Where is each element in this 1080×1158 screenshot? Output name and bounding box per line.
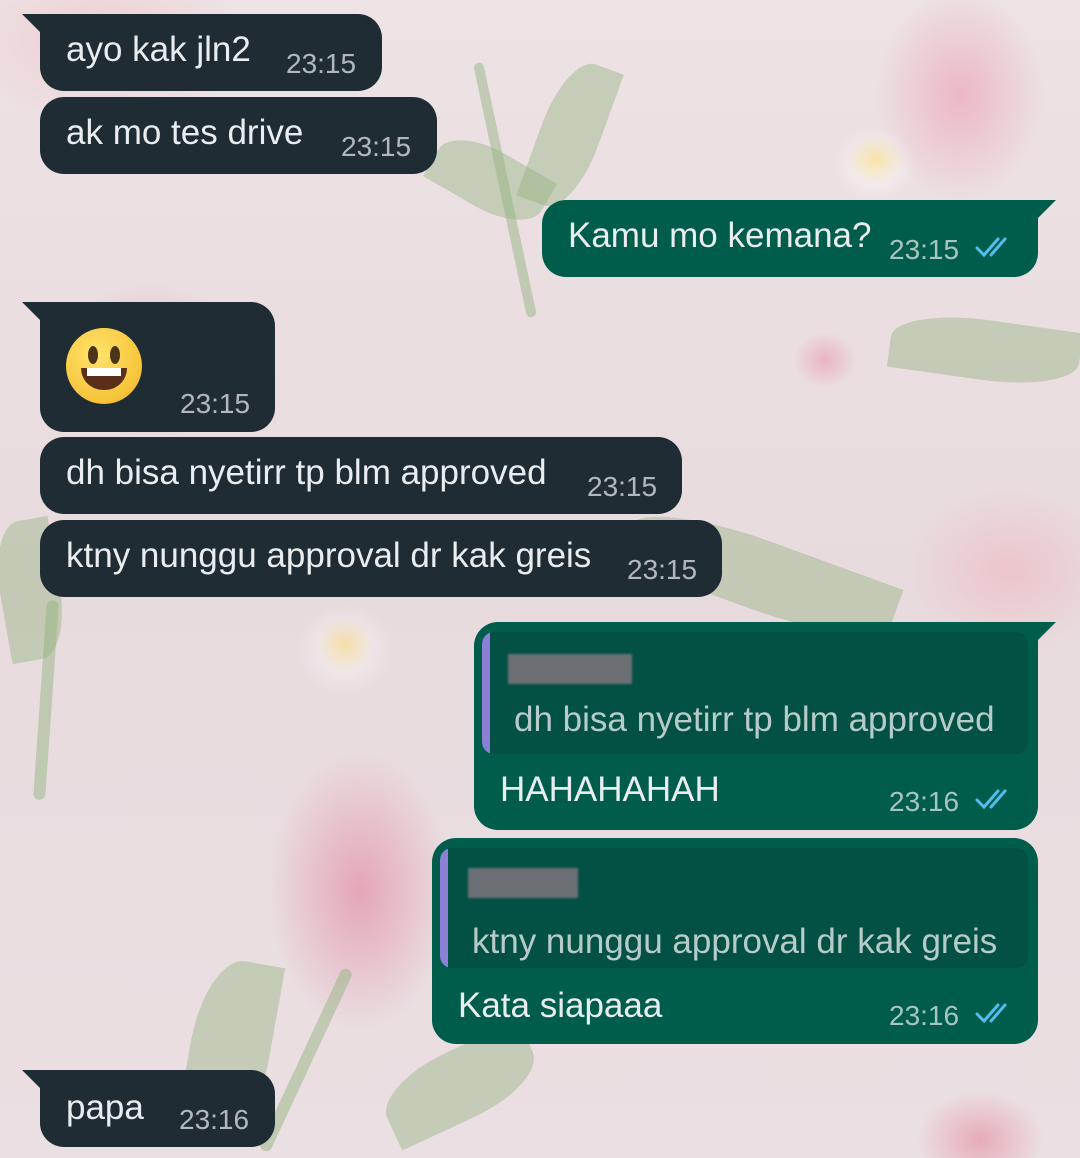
quoted-message[interactable]: ktny nunggu approval dr kak greis [440, 848, 1028, 968]
quoted-text: ktny nunggu approval dr kak greis [472, 922, 998, 961]
message-time: 23:15 [180, 388, 251, 419]
grinning-face-icon [66, 328, 142, 404]
message-time: 23:15 [587, 471, 658, 502]
message-text: papa [66, 1088, 144, 1127]
message-incoming[interactable]: ktny nunggu approval dr kak greis 23:15 [40, 520, 722, 597]
double-check-icon [975, 789, 1007, 810]
message-time: 23:15 [889, 234, 960, 265]
message-text: ayo kak jln2 [66, 30, 251, 69]
message-incoming[interactable]: papa 23:16 [22, 1070, 275, 1147]
wallpaper-leaf [886, 307, 1080, 393]
message-time: 23:16 [889, 786, 960, 817]
message-time: 23:15 [627, 554, 698, 585]
message-outgoing[interactable]: Kamu mo kemana? 23:15 [542, 200, 1056, 277]
message-incoming[interactable]: dh bisa nyetirr tp blm approved 23:15 [40, 437, 682, 514]
quoted-text: dh bisa nyetirr tp blm approved [514, 700, 995, 739]
wallpaper-leaf [516, 54, 624, 216]
message-outgoing-reply[interactable]: dh bisa nyetirr tp blm approved HAHAHAHA… [474, 622, 1056, 830]
double-check-icon [975, 237, 1007, 258]
bubble-tail [1034, 622, 1056, 644]
emoji-eye [110, 346, 120, 364]
message-text: Kamu mo kemana? [568, 216, 872, 255]
message-incoming[interactable]: ayo kak jln2 23:15 [22, 14, 382, 91]
message-text: Kata siapaaa [458, 986, 663, 1025]
message-text: ak mo tes drive [66, 113, 304, 152]
emoji-mouth [81, 368, 127, 390]
quoted-message[interactable]: dh bisa nyetirr tp blm approved [482, 632, 1028, 754]
message-time: 23:15 [341, 131, 412, 162]
message-time: 23:15 [286, 48, 357, 79]
double-check-icon [975, 1003, 1007, 1024]
bubble-tail [22, 302, 44, 324]
emoji-eye [88, 346, 98, 364]
message-incoming-emoji[interactable]: 23:15 [22, 302, 275, 432]
message-text: ktny nunggu approval dr kak greis [66, 536, 592, 575]
bubble-tail [22, 14, 44, 36]
redacted-sender-name [508, 654, 632, 684]
message-outgoing-reply[interactable]: ktny nunggu approval dr kak greis Kata s… [432, 838, 1038, 1044]
message-time: 23:16 [179, 1104, 250, 1135]
redacted-sender-name [468, 868, 578, 898]
quote-accent-bar [440, 848, 448, 968]
quote-accent-bar [482, 632, 490, 754]
message-text: HAHAHAHAH [500, 770, 720, 809]
bubble-tail [1034, 200, 1056, 222]
bubble-tail [22, 1070, 44, 1092]
message-incoming[interactable]: ak mo tes drive 23:15 [40, 97, 437, 174]
message-text: dh bisa nyetirr tp blm approved [66, 453, 547, 492]
message-time: 23:16 [889, 1000, 960, 1031]
